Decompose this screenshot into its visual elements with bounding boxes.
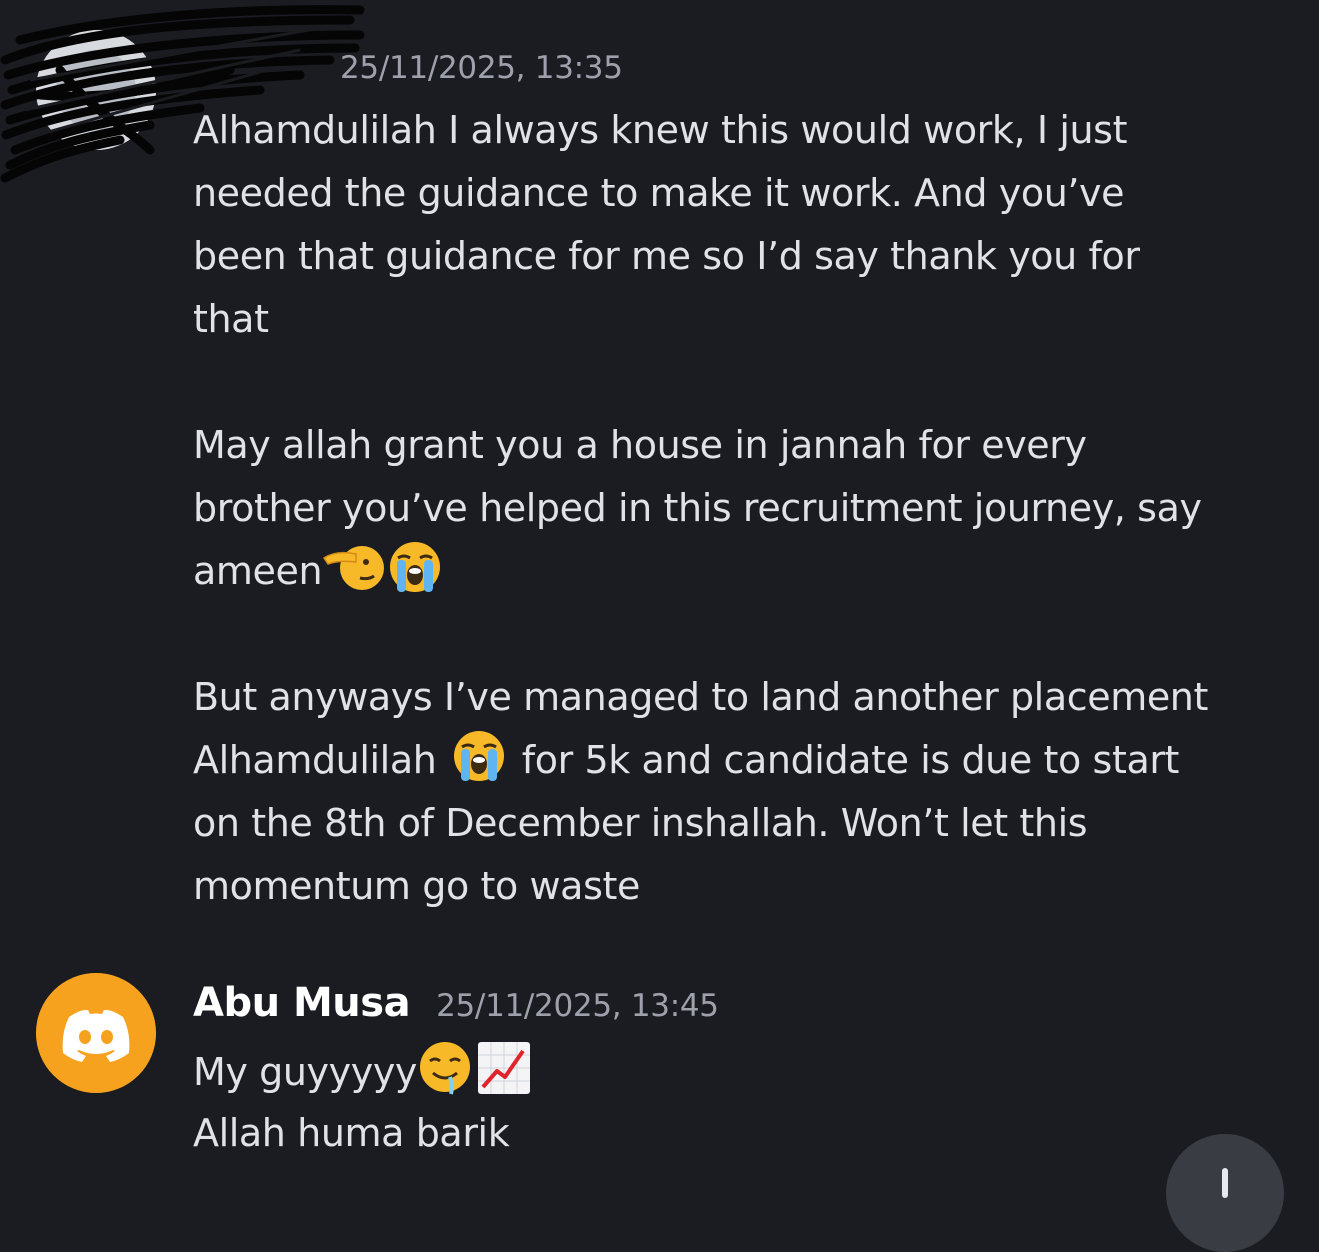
message-paragraph: But anyways I’ve managed to land another…	[193, 666, 1303, 918]
message-line-with-emoji: Alhamdulilah for 5k and candidate is due…	[193, 729, 1303, 792]
avatar-photo	[36, 30, 156, 150]
message-timestamp: 25/11/2025, 13:35	[340, 50, 623, 86]
message-line: that	[193, 297, 269, 341]
message-body: Alhamdulilah I always knew this would wo…	[193, 99, 1303, 918]
arrow-down-icon	[1222, 1168, 1228, 1198]
message-line: But anyways I’ve managed to land another…	[193, 675, 1208, 719]
drooling-face-emoji	[417, 1039, 473, 1114]
message-line: Allah huma barik	[193, 1111, 510, 1155]
discord-logo-icon	[36, 973, 156, 1093]
jump-to-present-button[interactable]	[1166, 1134, 1284, 1252]
message-paragraph: May allah grant you a house in jannah fo…	[193, 414, 1303, 603]
user-avatar[interactable]	[36, 30, 156, 150]
message-line: May allah grant you a house in jannah fo…	[193, 423, 1087, 467]
message-timestamp: 25/11/2025, 13:45	[436, 988, 719, 1024]
loudly-crying-face-emoji	[452, 729, 506, 802]
message-line: needed the guidance to make it work. And…	[193, 171, 1125, 215]
message-1: 25/11/2025, 13:35 Alhamdulilah I always …	[0, 0, 1319, 930]
message-line: Alhamdulilah I always knew this would wo…	[193, 108, 1128, 152]
chart-increasing-emoji	[477, 1041, 531, 1114]
message-body: My guyyyyy Allah huma barik	[193, 1039, 1303, 1165]
message-line-text: ameen	[193, 549, 323, 593]
message-paragraph: Alhamdulilah I always knew this would wo…	[193, 99, 1303, 351]
message-header: Abu Musa 25/11/2025, 13:45	[193, 980, 719, 1026]
message-line-text: My guyyyyy	[193, 1050, 418, 1094]
pointing-saluting-face-emoji	[322, 542, 388, 613]
message-line: momentum go to waste	[193, 864, 640, 908]
message-line: been that guidance for me so I’d say tha…	[193, 234, 1140, 278]
message-line-with-emoji: My guyyyyy	[193, 1039, 1303, 1102]
user-avatar[interactable]	[36, 973, 156, 1093]
author-name[interactable]: Abu Musa	[193, 980, 411, 1026]
message-line-text: for 5k and candidate is due to start	[510, 738, 1180, 782]
message-header: 25/11/2025, 13:35	[193, 50, 623, 86]
message-line: on the 8th of December inshallah. Won’t …	[193, 801, 1088, 845]
message-line: brother you’ve helped in this recruitmen…	[193, 486, 1202, 530]
loudly-crying-face-emoji	[388, 540, 442, 613]
message-line-with-emoji: ameen	[193, 540, 1303, 603]
message-line-text: Alhamdulilah	[193, 738, 437, 782]
